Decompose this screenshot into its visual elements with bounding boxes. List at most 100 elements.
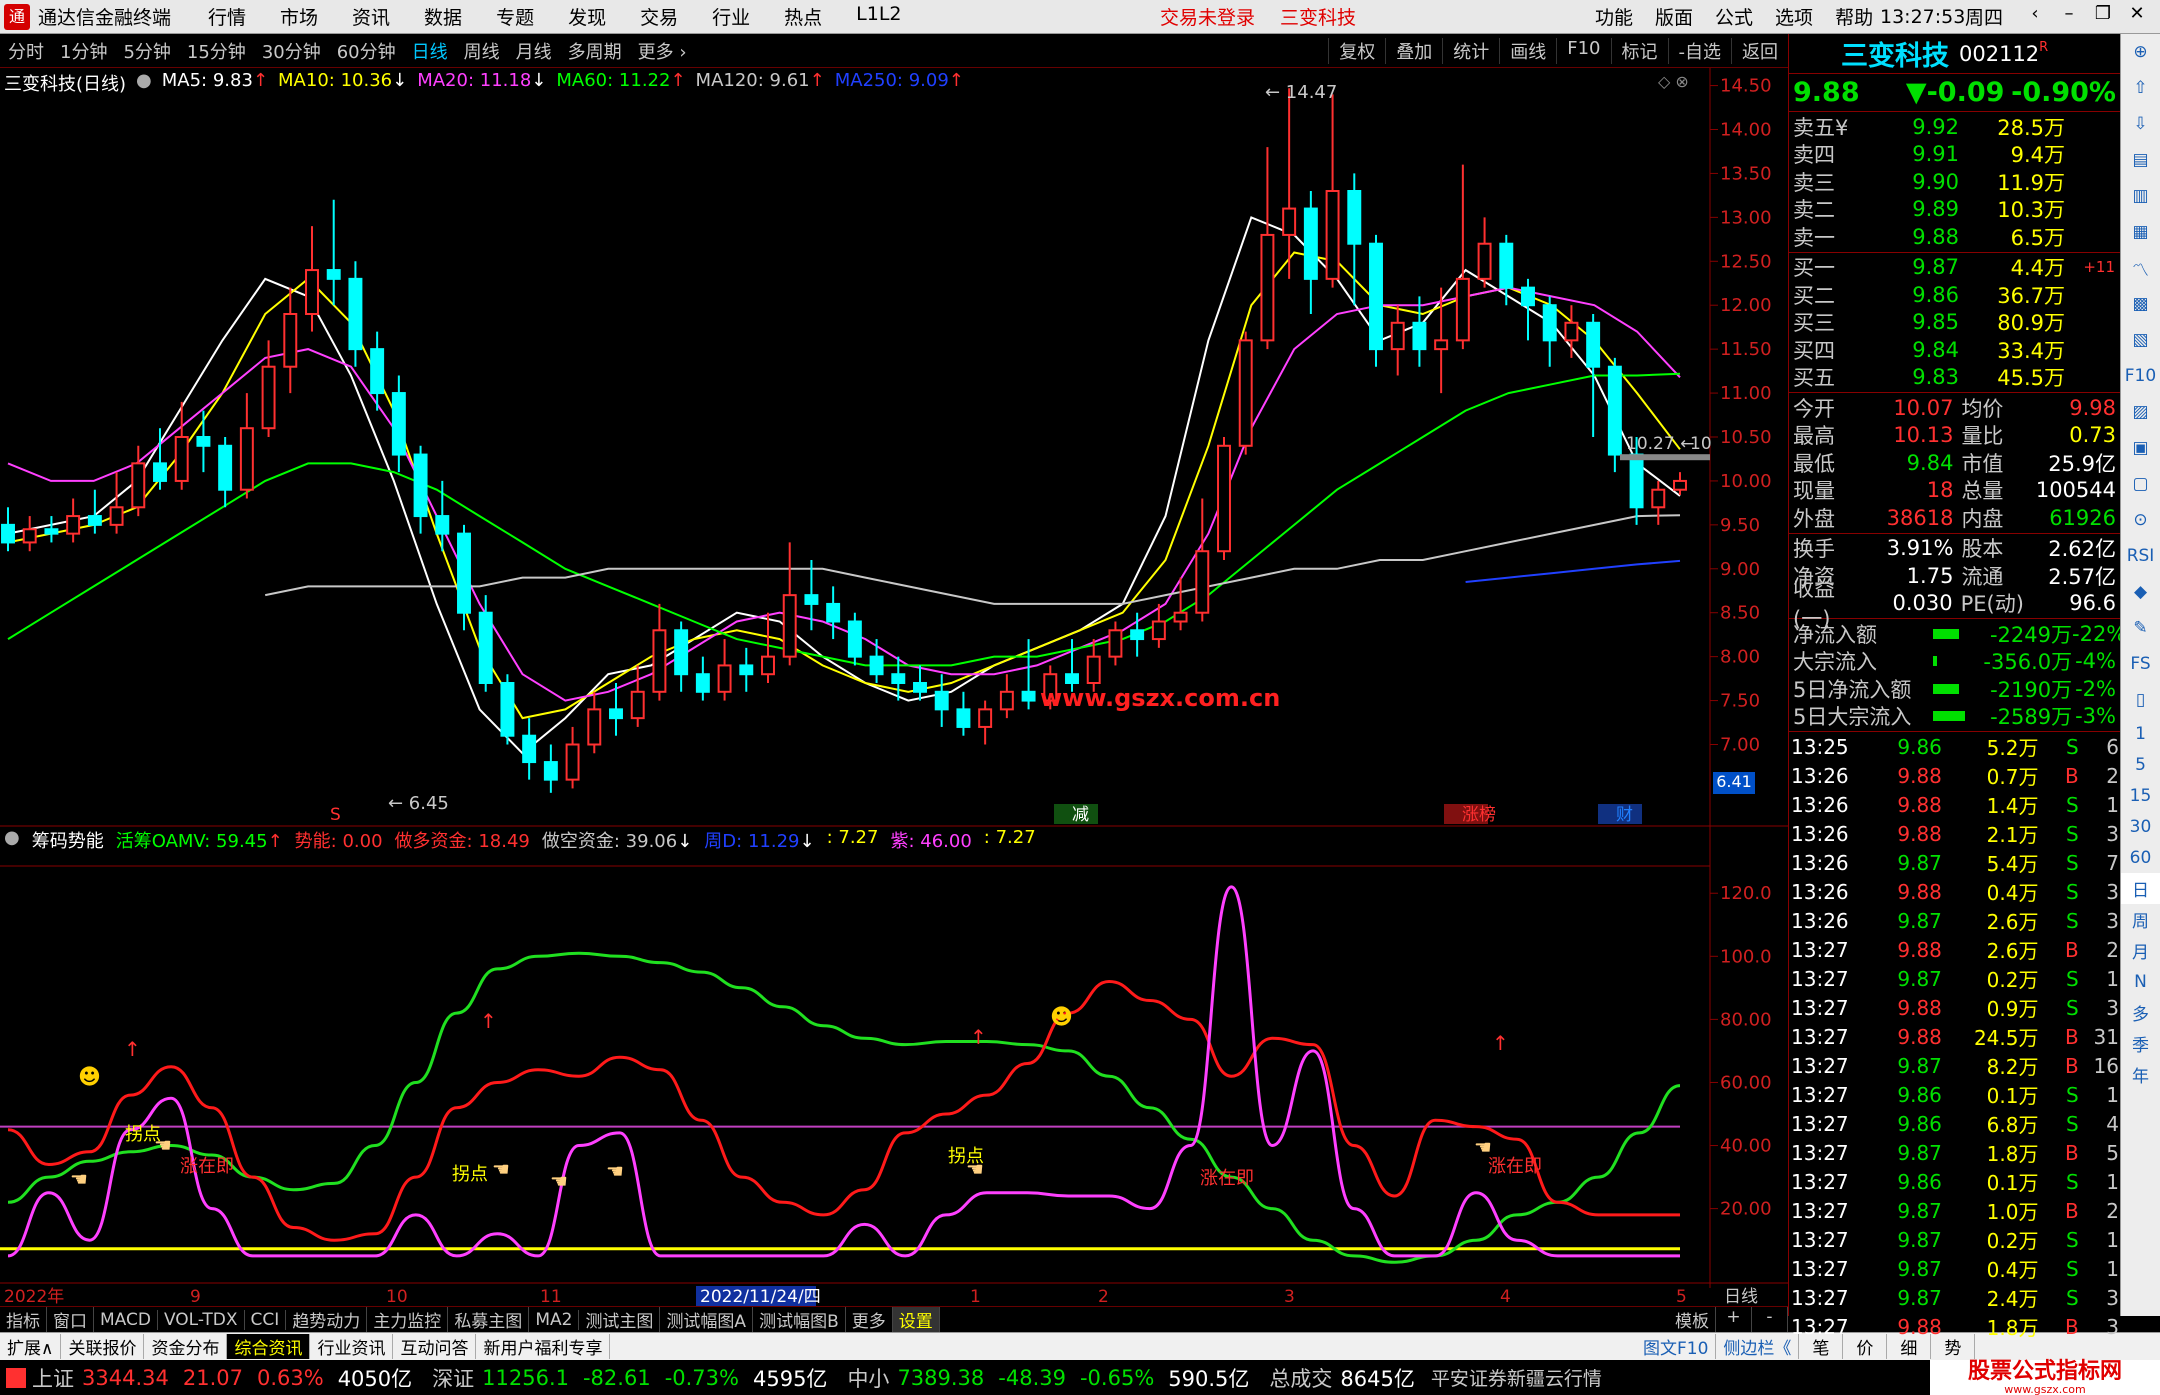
fbar-expand[interactable]: 扩展∧ [0, 1334, 62, 1359]
fbar-fuli[interactable]: 新用户福利专享 [476, 1334, 611, 1359]
itab-chuangkou[interactable]: 窗口 [47, 1307, 94, 1332]
itab-template[interactable]: 模板 [1669, 1307, 1716, 1332]
vtool-item[interactable]: 年 [2121, 1059, 2160, 1090]
period-tab-monthly[interactable]: 月线 [508, 38, 560, 64]
fbar-zijin[interactable]: 资金分布 [144, 1334, 228, 1359]
tick-row[interactable]: 13:27 9.86 0.1万 S 1 [1791, 1167, 2119, 1196]
itab-simu[interactable]: 私募主图 [448, 1307, 530, 1332]
bid-row[interactable]: 买四 9.84 33.4万 [1793, 336, 2116, 364]
period-tab-multi[interactable]: 多周期 [560, 38, 630, 64]
chart-area[interactable]: 14.50 14.00 13.50 13.00 12.50 12.00 11.50 11.00… [0, 68, 1788, 1316]
menu-gongneng[interactable]: 功能 [1595, 3, 1633, 30]
itab-test-main[interactable]: 测试主图 [579, 1307, 661, 1332]
minimize-icon[interactable]: – [2052, 3, 2086, 24]
tick-row[interactable]: 13:27 9.88 1.8万 B 3 [1791, 1312, 2119, 1341]
vtool-item[interactable]: ⇧ [2121, 70, 2160, 106]
vtool-item[interactable]: ▩ [2121, 286, 2160, 322]
vtool-item[interactable]: ▢ [2121, 466, 2160, 502]
tick-row[interactable]: 13:27 9.87 0.2万 S 1 [1791, 964, 2119, 993]
itab-remove[interactable]: - [1752, 1307, 1788, 1332]
itab-zhuli[interactable]: 主力监控 [367, 1307, 449, 1332]
broker-name[interactable]: 平安证券新疆云行情 [1431, 1364, 1602, 1391]
itab-more[interactable]: 更多 [846, 1307, 893, 1332]
menu-shuju[interactable]: 数据 [424, 3, 462, 30]
tool-fuquan[interactable]: 复权 [1328, 37, 1385, 64]
ask-row[interactable]: 卖四 9.91 9.4万 [1793, 141, 2116, 169]
tick-row[interactable]: 13:27 9.87 0.2万 S 1 [1791, 1225, 2119, 1254]
tool-huaxian[interactable]: 画线 [1499, 37, 1556, 64]
bid-row[interactable]: 买五 9.83 45.5万 [1793, 364, 2116, 392]
collapse-icon[interactable]: ● [136, 70, 152, 96]
fbar-hangye[interactable]: 行业资讯 [310, 1334, 394, 1359]
tick-row[interactable]: 13:27 9.88 0.9万 S 3 [1791, 993, 2119, 1022]
vtool-item[interactable]: 多 [2121, 997, 2160, 1028]
bid-row[interactable]: 买三 9.85 80.9万 [1793, 309, 2116, 337]
menu-l1l2[interactable]: L1L2 [856, 3, 901, 30]
menu-faxian[interactable]: 发现 [568, 3, 606, 30]
period-tab-60min[interactable]: 60分钟 [329, 38, 404, 64]
tick-row[interactable]: 13:27 9.87 1.8万 B 5 [1791, 1138, 2119, 1167]
vtool-item[interactable]: ▣ [2121, 430, 2160, 466]
tick-row[interactable]: 13:27 9.87 0.4万 S 1 [1791, 1254, 2119, 1283]
bid-row[interactable]: 买二 9.86 36.7万 [1793, 281, 2116, 309]
menu-hangye[interactable]: 行业 [712, 3, 750, 30]
tick-row[interactable]: 13:26 9.88 0.4万 S 3 [1791, 877, 2119, 906]
tool-biaoji[interactable]: 标记 [1610, 37, 1668, 64]
tick-row[interactable]: 13:27 9.87 1.0万 B 2 [1791, 1196, 2119, 1225]
fbar-f10[interactable]: 图文F10 [1636, 1334, 1717, 1359]
vtool-item[interactable]: 日 [2121, 873, 2160, 904]
tool-diejia[interactable]: 叠加 [1385, 37, 1442, 64]
vtool-item[interactable]: F10 [2121, 358, 2160, 394]
vtool-item[interactable]: ▦ [2121, 214, 2160, 250]
itab-cci[interactable]: CCI [245, 1309, 287, 1330]
fbar-zonghe[interactable]: 综合资讯 [227, 1334, 311, 1359]
vtool-item[interactable]: 1 [2121, 718, 2160, 749]
vtool-item[interactable]: ▥ [2121, 178, 2160, 214]
period-tab-weekly[interactable]: 周线 [456, 38, 508, 64]
ask-row[interactable]: 卖三 9.90 11.9万 [1793, 168, 2116, 196]
fbar-sidebar[interactable]: 侧边栏《 [1716, 1334, 1800, 1359]
menu-gongshi[interactable]: 公式 [1715, 3, 1753, 30]
itab-vol[interactable]: VOL-TDX [158, 1309, 245, 1330]
period-tab-fenshi[interactable]: 分时 [0, 38, 52, 64]
vtool-item[interactable]: ▨ [2121, 394, 2160, 430]
vtool-item[interactable]: 15 [2121, 780, 2160, 811]
period-tab-15min[interactable]: 15分钟 [179, 38, 254, 64]
menu-zixun[interactable]: 资讯 [352, 3, 390, 30]
menu-redian[interactable]: 热点 [784, 3, 822, 30]
period-tab-more[interactable]: 更多 › [630, 38, 695, 64]
ask-row[interactable]: 卖五¥ 9.92 28.5万 [1793, 113, 2116, 141]
itab-test-b[interactable]: 测试幅图B [753, 1307, 846, 1332]
tick-row[interactable]: 13:27 9.87 8.2万 B 16 [1791, 1051, 2119, 1080]
itab-macd[interactable]: MACD [94, 1309, 158, 1330]
menu-shichang[interactable]: 市场 [280, 3, 318, 30]
idx-zx-name[interactable]: 中小 [847, 1363, 889, 1393]
tick-row[interactable]: 13:26 9.88 2.1万 S 3 [1791, 819, 2119, 848]
vtool-item[interactable]: RSI [2121, 538, 2160, 574]
ask-row[interactable]: 卖一 9.88 6.5万 [1793, 223, 2116, 251]
period-tab-5min[interactable]: 5分钟 [115, 38, 178, 64]
tick-row[interactable]: 13:27 9.86 6.8万 S 4 [1791, 1109, 2119, 1138]
vtool-item[interactable]: 60 [2121, 842, 2160, 873]
tick-row[interactable]: 13:26 9.87 5.4万 S 7 [1791, 848, 2119, 877]
vtool-item[interactable]: 〽 [2121, 250, 2160, 286]
fbar-hudong[interactable]: 互动问答 [393, 1334, 477, 1359]
indicator-collapse-icon[interactable]: ● [4, 827, 20, 853]
vtool-item[interactable]: ◆ [2121, 574, 2160, 610]
vtool-item[interactable]: ⇩ [2121, 106, 2160, 142]
tool-zixuan[interactable]: -自选 [1667, 37, 1732, 64]
restore-icon[interactable]: ❐ [2086, 3, 2120, 24]
vtool-item[interactable]: ▧ [2121, 322, 2160, 358]
tick-row[interactable]: 13:26 9.88 0.7万 B 2 [1791, 761, 2119, 790]
vtool-item[interactable]: FS [2121, 646, 2160, 682]
menu-xuanxiang[interactable]: 选项 [1775, 3, 1813, 30]
tick-row[interactable]: 13:27 9.86 0.1万 S 1 [1791, 1080, 2119, 1109]
bid-row[interactable]: 买一 9.87 4.4万 +11 [1793, 254, 2116, 282]
itab-settings[interactable]: 设置 [892, 1307, 940, 1332]
menu-bangzhu[interactable]: 帮助 [1835, 3, 1873, 30]
vtool-item[interactable]: 30 [2121, 811, 2160, 842]
tick-table[interactable]: 13:25 9.86 5.2万 S 6 13:26 9.88 0.7万 B 2 13:26 9.88 1… [1791, 732, 2119, 1341]
menu-jiaoyi[interactable]: 交易 [640, 3, 678, 30]
idx-sz-name[interactable]: 深证 [432, 1363, 474, 1393]
kline-chart-svg[interactable]: 14.50 14.00 13.50 13.00 12.50 12.00 11.50 11.00… [0, 68, 1788, 1307]
